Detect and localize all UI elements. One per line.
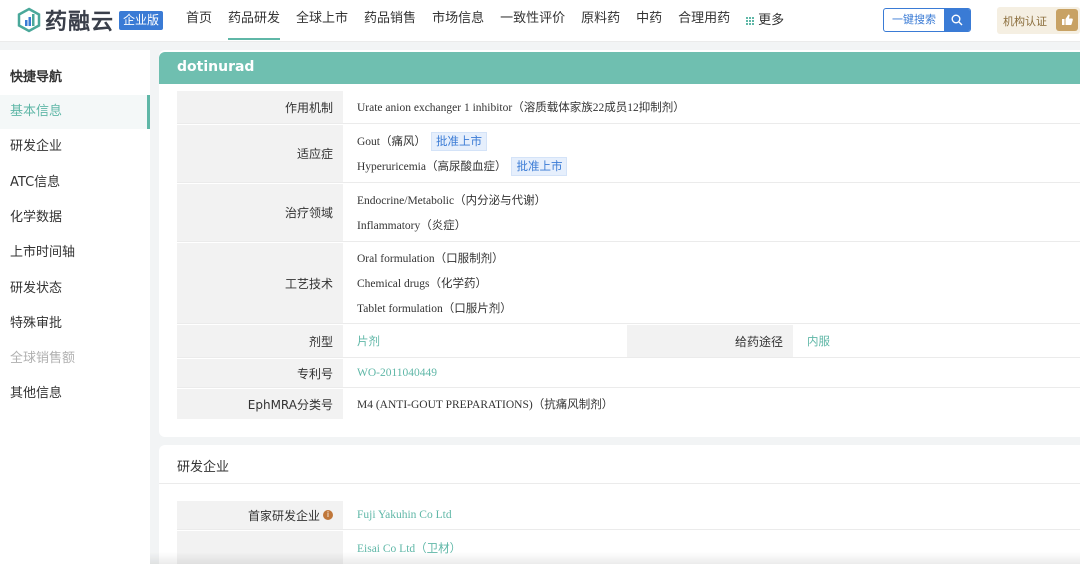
main-nav: 首页 药品研发 全球上市 药品销售 市场信息 一致性评价 原料药 中药 合理用药 更多 xyxy=(186,0,800,42)
info-icon[interactable]: i xyxy=(323,510,333,520)
technology-item: Tablet formulation（口服片剂） xyxy=(357,303,512,315)
sidebar-item[interactable]: 化学数据 xyxy=(0,201,150,235)
row-label: 剂型 xyxy=(177,325,343,357)
nav-item[interactable]: 原料药 xyxy=(581,0,620,42)
row-therapy-area: 治疗领域 Endocrine/Metabolic（内分泌与代谢） Inflamma… xyxy=(177,184,1080,241)
search-icon[interactable] xyxy=(944,9,970,31)
row-label: 给药途径 xyxy=(627,325,793,357)
indication-text: Gout（痛风） xyxy=(357,136,426,148)
drug-name: dotinurad xyxy=(177,59,255,75)
technology-item: Oral formulation（口服制剂） xyxy=(357,253,504,265)
row-label: 作用机制 xyxy=(177,91,343,123)
sidebar-item[interactable]: 特殊审批 xyxy=(0,307,150,341)
patent-link[interactable]: WO-2011040449 xyxy=(357,361,1080,386)
basic-info-card: dotinurad 作用机制 Urate anion exchanger 1 i… xyxy=(159,50,1080,437)
nav-item[interactable]: 一致性评价 xyxy=(500,0,565,42)
row-indications: 适应症 Gout（痛风） 批准上市 Hyperuricemia（高尿酸血症） 批准上市 xyxy=(177,125,1080,182)
thumbs-up-icon xyxy=(1056,9,1078,31)
approval-status-tag[interactable]: 批准上市 xyxy=(511,156,568,176)
nav-item[interactable]: 首页 xyxy=(186,0,212,42)
cert-label: 机构认证 xyxy=(1003,14,1047,28)
edition-badge: 企业版 xyxy=(119,10,164,30)
row-label: EphMRA分类号 xyxy=(177,389,343,419)
row-label: 治疗领域 xyxy=(177,184,343,241)
dosage-value[interactable]: 片剂 xyxy=(357,329,627,354)
top-navigation-bar: 药融云 企业版 首页 药品研发 全球上市 药品销售 市场信息 一致性评价 原料药 中药 合理用药… xyxy=(0,0,1080,42)
sidebar-item[interactable]: 其他信息 xyxy=(0,377,150,411)
company-link[interactable]: Fuji Yakuhin Co Ltd xyxy=(357,503,1080,528)
institution-certification-button[interactable]: 机构认证 xyxy=(997,7,1080,34)
drug-header: dotinurad xyxy=(159,52,1080,84)
logo-icon xyxy=(17,7,41,33)
technology-item: Chemical drugs（化学药） xyxy=(357,278,487,290)
sidebar-item[interactable]: 研发状态 xyxy=(0,272,150,306)
row-first-developer: 首家研发企业 i Fuji Yakuhin Co Ltd xyxy=(177,501,1080,529)
route-value[interactable]: 内服 xyxy=(807,329,1080,354)
brand-name: 药融云 xyxy=(45,10,115,35)
approval-status-tag[interactable]: 批准上市 xyxy=(431,131,487,151)
sidebar-item[interactable]: 研发企业 xyxy=(0,130,150,164)
row-patent: 专利号 WO-2011040449 xyxy=(177,359,1080,387)
row-label: 适应症 xyxy=(177,125,343,182)
rd-company-card: 研发企业 首家研发企业 i Fuji Yakuhin Co Ltd Eisai … xyxy=(159,445,1080,564)
row-label: 专利号 xyxy=(177,359,343,387)
row-label: 首家研发企业 xyxy=(247,508,320,523)
sidebar-item: 全球销售额 xyxy=(10,351,76,367)
sidebar-item[interactable]: 上市时间轴 xyxy=(0,236,150,270)
indication-item: Hyperuricemia（高尿酸血症） 批准上市 xyxy=(357,154,1080,179)
sidebar-item[interactable]: 基本信息 xyxy=(0,95,150,129)
mechanism-value: Urate anion exchanger 1 inhibitor（溶质载体家族… xyxy=(357,102,685,114)
nav-item[interactable]: 全球上市 xyxy=(296,0,348,42)
row-ephmra: EphMRA分类号 M4 (ANTI-GOUT PREPARATIONS)（抗痛… xyxy=(177,389,1080,419)
rd-section-title: 研发企业 xyxy=(177,460,230,475)
quick-nav-sidebar: 快捷导航 基本信息 研发企业 ATC信息 化学数据 上市时间轴 研发状态 特殊审批全球销售额… xyxy=(0,50,150,564)
nav-item[interactable]: 市场信息 xyxy=(432,0,484,42)
quick-search[interactable]: 一键搜索 xyxy=(883,8,971,32)
ephmra-value: M4 (ANTI-GOUT PREPARATIONS)（抗痛风制剂） xyxy=(357,399,614,411)
nav-item[interactable]: 药品销售 xyxy=(364,0,416,42)
row-label: 工艺技术 xyxy=(177,243,343,323)
nav-item[interactable]: 合理用药 xyxy=(678,0,730,42)
indication-item: Gout（痛风） 批准上市 xyxy=(357,129,1080,154)
row-mechanism: 作用机制 Urate anion exchanger 1 inhibitor（溶… xyxy=(177,91,1080,123)
nav-item[interactable]: 中药 xyxy=(636,0,662,42)
nav-more-label: 更多 xyxy=(758,13,785,28)
row-technology: 工艺技术 Oral formulation（口服制剂） Chemical drug… xyxy=(177,243,1080,323)
row-dosage-route: 剂型 片剂 给药途径 内服 xyxy=(177,325,1080,357)
grid-dots-icon xyxy=(746,16,755,26)
brand-logo[interactable]: 药融云 企业版 xyxy=(16,5,164,35)
sidebar-item[interactable]: ATC信息 xyxy=(0,166,150,200)
sidebar-title: 快捷导航 xyxy=(10,70,63,85)
indication-text: Hyperuricemia（高尿酸血症） xyxy=(357,161,507,173)
nav-item[interactable]: 药品研发 xyxy=(228,0,281,40)
nav-more-button[interactable]: 更多 xyxy=(746,0,784,42)
quick-search-button[interactable]: 一键搜索 xyxy=(884,9,944,31)
therapy-area-item: Inflammatory（炎症） xyxy=(357,220,467,232)
therapy-area-item: Endocrine/Metabolic（内分泌与代谢） xyxy=(357,195,547,207)
